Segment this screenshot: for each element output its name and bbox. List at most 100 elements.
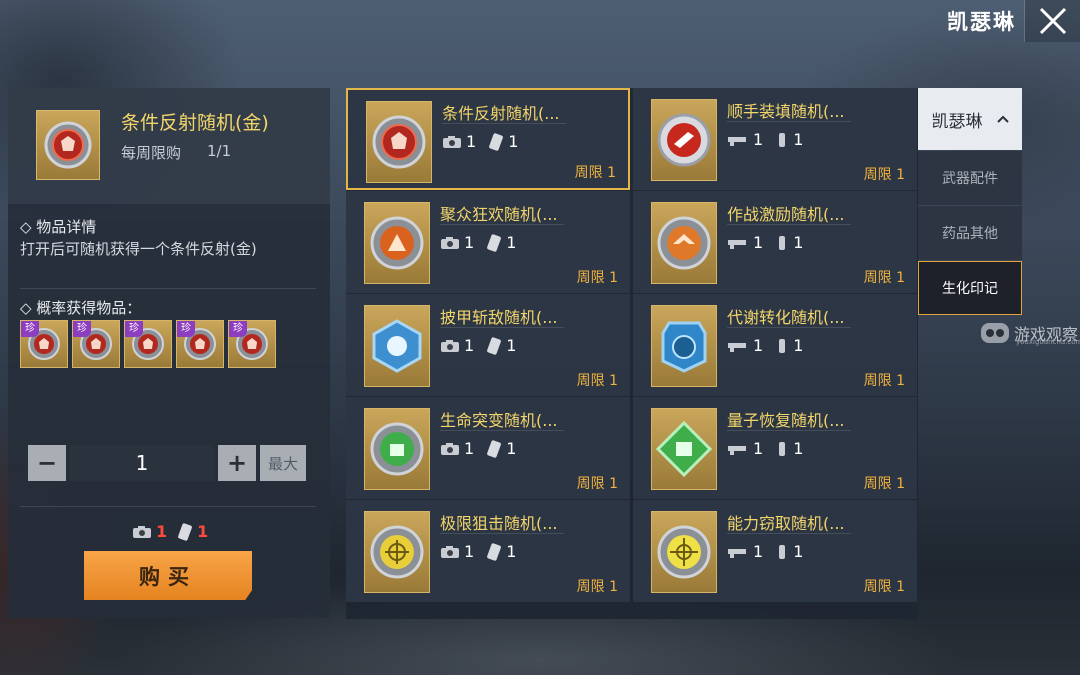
card-icon: [487, 439, 502, 458]
item-name: 顺手装填随机(...: [727, 102, 845, 121]
blue-badge-icon: [372, 319, 422, 373]
item-icon: [364, 511, 430, 593]
item-card[interactable]: 极限狙击随机(... 1 1 周限 1: [346, 500, 630, 602]
red-badge-icon: [44, 121, 92, 169]
camera-icon: [441, 236, 459, 249]
max-button[interactable]: 最大: [260, 445, 306, 481]
item-card[interactable]: 披甲斩敌随机(... 1 1 周限 1: [346, 294, 630, 396]
decrease-button[interactable]: −: [28, 445, 66, 481]
card-cost: 1: [506, 336, 517, 355]
watermark-logo-icon: [981, 323, 1009, 343]
rare-tag: 珍: [125, 321, 143, 337]
card-cost: 1: [793, 542, 804, 561]
watermark: 游戏观察 youxiguancha.com: [980, 320, 1080, 346]
card-cost: 1: [508, 132, 519, 151]
camera-cost: 1: [466, 132, 477, 151]
weekly-limit: 周限 1: [863, 270, 905, 286]
rare-tag: 珍: [21, 321, 39, 337]
probability-heading: ◇ 概率获得物品：: [20, 299, 142, 317]
item-cost: 1 1: [727, 542, 811, 561]
camera-cost: 1: [753, 336, 764, 355]
possible-drops: 珍 珍 珍 珍 珍: [20, 320, 276, 368]
character-name: 凯瑟琳: [931, 111, 983, 132]
shop-title: 凯瑟琳: [947, 10, 1016, 34]
item-cost: 1 1: [727, 233, 811, 252]
item-description: 打开后可随机获得一个条件反射(金): [20, 240, 257, 258]
item-cost: 1 1: [727, 439, 811, 458]
drop-item[interactable]: 珍: [124, 320, 172, 368]
weekly-limit: 周限 1: [576, 476, 618, 492]
yellow-badge-icon: [370, 525, 424, 579]
camera-cost: 1: [464, 233, 475, 252]
item-card[interactable]: 条件反射随机(... 1 1 周限 1: [346, 88, 630, 190]
ammo-icon: [779, 235, 786, 250]
item-icon: [366, 101, 432, 183]
card-cost: 1: [197, 522, 209, 541]
camera-icon: [441, 339, 459, 352]
blue-badge-icon: [661, 321, 707, 373]
divider: [20, 506, 316, 507]
gun-icon: [728, 342, 746, 352]
red-badge-icon: [657, 113, 711, 167]
item-cost: 1 1: [727, 130, 811, 149]
card-cost: 1: [793, 130, 804, 149]
item-icon: [651, 408, 717, 490]
drop-item[interactable]: 珍: [176, 320, 224, 368]
item-card[interactable]: 顺手装填随机(... 1 1 周限 1: [633, 88, 917, 190]
tab-medicine-other[interactable]: 药品其他: [918, 206, 1022, 260]
item-name: 作战激励随机(...: [727, 205, 845, 224]
orange-badge-icon: [657, 216, 711, 270]
divider: [727, 430, 851, 431]
camera-cost: 1: [464, 439, 475, 458]
camera-icon: [133, 525, 151, 538]
weekly-limit: 周限 1: [576, 270, 618, 286]
camera-cost: 1: [753, 233, 764, 252]
item-icon: [364, 202, 430, 284]
weekly-limit: 周限 1: [574, 165, 616, 181]
card-cost: 1: [793, 233, 804, 252]
chevron-up-icon: [996, 115, 1009, 123]
item-card[interactable]: 聚众狂欢随机(... 1 1 周限 1: [346, 191, 630, 293]
tab-bio-marks[interactable]: 生化印记: [918, 261, 1022, 315]
weekly-limit-label: 每周限购: [121, 144, 182, 162]
item-card[interactable]: 代谢转化随机(... 1 1 周限 1: [633, 294, 917, 396]
weekly-limit: 周限 1: [863, 579, 905, 595]
item-card[interactable]: 作战激励随机(... 1 1 周限 1: [633, 191, 917, 293]
camera-cost: 1: [464, 542, 475, 561]
close-button[interactable]: [1024, 0, 1080, 42]
detail-header: 条件反射随机(金) 每周限购 1/1: [8, 88, 330, 204]
camera-icon: [441, 442, 459, 455]
drop-item[interactable]: 珍: [72, 320, 120, 368]
camera-cost: 1: [753, 542, 764, 561]
divider: [727, 224, 851, 225]
drop-item[interactable]: 珍: [20, 320, 68, 368]
tab-weapon-attachments[interactable]: 武器配件: [918, 151, 1022, 205]
item-name: 条件反射随机(...: [442, 104, 560, 123]
gun-icon: [728, 445, 746, 455]
weekly-limit-count: 1/1: [207, 142, 232, 160]
character-dropdown[interactable]: 凯瑟琳: [918, 88, 1022, 150]
divider: [20, 288, 316, 289]
item-card[interactable]: 能力窃取随机(... 1 1 周限 1: [633, 500, 917, 602]
item-grid: 条件反射随机(... 1 1 周限 1 顺手装填随机(... 1 1 周限 1 …: [346, 88, 918, 619]
item-cost: 1 1: [440, 233, 524, 252]
purchase-cost: 1 1: [132, 522, 214, 541]
item-card[interactable]: 量子恢复随机(... 1 1 周限 1: [633, 397, 917, 499]
ammo-icon: [779, 441, 786, 456]
buy-button[interactable]: 购买: [84, 551, 252, 600]
gun-icon: [728, 136, 746, 146]
weekly-limit: 周限 1: [576, 579, 618, 595]
gun-icon: [728, 239, 746, 249]
rare-tag: 珍: [229, 321, 247, 337]
card-cost: 1: [506, 542, 517, 561]
camera-icon: [441, 545, 459, 558]
item-name: 聚众狂欢随机(...: [440, 205, 558, 224]
quantity-input[interactable]: 1: [70, 445, 214, 481]
rare-tag: 珍: [73, 321, 91, 337]
item-name: 生命突变随机(...: [440, 411, 558, 430]
selected-item-icon: [36, 110, 100, 180]
item-cost: 1 1: [440, 542, 524, 561]
drop-item[interactable]: 珍: [228, 320, 276, 368]
item-card[interactable]: 生命突变随机(... 1 1 周限 1: [346, 397, 630, 499]
increase-button[interactable]: +: [218, 445, 256, 481]
